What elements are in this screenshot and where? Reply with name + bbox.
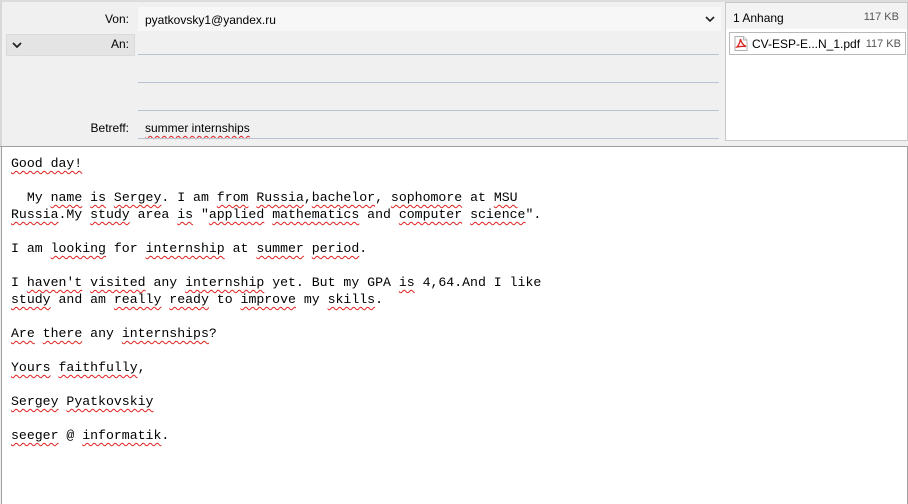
attachment-name: CV-ESP-E...N_1.pdf bbox=[752, 37, 861, 51]
chevron-down-icon bbox=[12, 42, 22, 49]
body-line: Russia.My study area is "applied mathema… bbox=[11, 207, 542, 222]
subject-value: summer internships bbox=[145, 121, 250, 135]
message-body-editor[interactable]: Good day! My name is Sergey. I am from R… bbox=[1, 147, 908, 504]
recipient-row-2[interactable] bbox=[138, 58, 719, 82]
body-line: Good day! bbox=[11, 156, 83, 171]
body-line: My name is Sergey. I am from Russia,bach… bbox=[11, 190, 518, 205]
subject-label: Betreff: bbox=[90, 121, 129, 135]
recipient-row-2-underline bbox=[138, 82, 719, 83]
compose-header: Von: pyatkovsky1@yandex.ru An: Betreff: … bbox=[0, 0, 908, 147]
attachment-header[interactable]: 1 Anhang 117 KB bbox=[726, 3, 907, 29]
from-account-select[interactable]: pyatkovsky1@yandex.ru bbox=[138, 7, 721, 31]
body-line: Sergey Pyatkovskiy bbox=[11, 394, 154, 409]
recipient-row-3-underline bbox=[138, 110, 719, 111]
to-input[interactable] bbox=[138, 34, 719, 54]
attachment-item[interactable]: CV-ESP-E...N_1.pdf 117 KB bbox=[729, 32, 906, 55]
attachment-total-size: 117 KB bbox=[863, 11, 899, 23]
to-field-underline bbox=[138, 54, 719, 55]
pdf-icon bbox=[734, 36, 748, 51]
window-left-border bbox=[0, 0, 2, 146]
from-value: pyatkovsky1@yandex.ru bbox=[145, 13, 276, 27]
body-line: I am looking for internship at summer pe… bbox=[11, 241, 368, 256]
from-label: Von: bbox=[104, 12, 129, 26]
recipient-row-3[interactable] bbox=[138, 86, 719, 110]
body-line: seeger @ informatik. bbox=[11, 428, 170, 443]
to-label: An: bbox=[110, 37, 129, 51]
subject-field-underline bbox=[138, 138, 719, 139]
body-line: Yours faithfully, bbox=[11, 360, 146, 375]
body-line: Are there any internships? bbox=[11, 326, 217, 341]
attachment-size: 117 KB bbox=[865, 38, 901, 50]
attachment-count: 1 Anhang bbox=[733, 11, 784, 25]
body-line: study and am really ready to improve my … bbox=[11, 292, 383, 307]
body-line: I haven't visited any internship yet. Bu… bbox=[11, 275, 542, 290]
attachment-pane: 1 Anhang 117 KB CV-ESP-E...N_1.pdf 117 K… bbox=[725, 2, 908, 141]
chevron-down-icon bbox=[705, 16, 715, 23]
message-body-text: Good day! My name is Sergey. I am from R… bbox=[11, 155, 541, 444]
